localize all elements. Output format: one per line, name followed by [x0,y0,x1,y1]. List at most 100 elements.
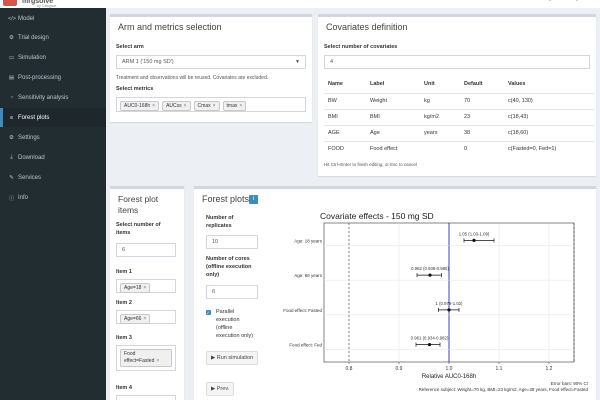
table-cell[interactable]: 0 [464,146,467,152]
sidebar-item-trial-design[interactable]: ⚙ Trial design [0,28,106,47]
column-header: Name [328,81,343,87]
table-row[interactable]: FOOD Food effect 0 c(Fasted=0, Fed=1) [324,141,594,157]
metric-tag-label: Cmax [197,103,211,109]
select-arm-label: Select arm [116,44,144,50]
cores-label-3: only) [206,272,220,278]
table-cell[interactable]: AGE [328,130,340,136]
item-multiselect[interactable]: Age=66 × [116,310,176,324]
parallel-label: Parallel execution (offline execution on… [216,309,253,339]
data-point [472,238,476,242]
sidebar-item-simulation[interactable]: ▭ Simulation [0,48,106,67]
item-tag[interactable]: Age=66 × [120,314,151,324]
arm-panel-title: Arm and metrics selection [118,22,222,32]
table-cell[interactable]: Age [370,130,380,136]
remove-tag-icon[interactable]: × [156,358,159,364]
metric-tag[interactable]: Cmax × [193,101,220,111]
table-row[interactable]: BW Weight kg 70 c(40, 130) [324,93,594,109]
table-cell[interactable]: kg/m2 [424,114,439,120]
sidebar-item-label: Info [18,194,29,201]
sidebar-item-model[interactable]: </> Model [0,9,106,28]
sidebar-item-services[interactable]: ✎ Services [0,168,106,187]
table-row[interactable]: AGE Age years 38 c(18,60) [324,125,594,141]
sidebar-item-sensitivity-analysis[interactable]: ◔ Sensitivity analysis [0,88,106,107]
arm-help-text: Treatment and observations will be reuse… [116,75,269,81]
column-header: Values [508,81,526,87]
table-cell[interactable]: c(40, 130) [508,98,533,104]
data-label: 1 (0.979-1.02) [436,301,464,306]
arm-select[interactable]: ARM 1 ('150 mg SD') ▼ [116,55,306,69]
metric-tag[interactable]: tmax × [222,101,247,111]
num-items-label-1: Select number of [116,222,161,228]
prev-button[interactable]: ▶ Prev. [206,382,235,396]
data-label: 0.961 (0.934-0.982) [411,336,449,341]
metric-tag[interactable]: AUCss × [162,101,191,111]
table-cell[interactable]: 70 [464,98,470,104]
remove-tag-icon[interactable]: × [213,103,216,109]
chart-title: Covariate effects - 150 mg SD [320,211,434,221]
forest-plot-chart: Covariate effects - 150 mg SD 0.8 0.9 1.0 1.… [283,211,588,392]
sidebar-item-label: Post-processing [18,74,62,81]
sidebar-item-forest-plots[interactable]: ≡ Forest plots [0,108,106,127]
covariate-count-input[interactable]: 4 [324,55,590,69]
cores-input[interactable]: 6 [206,285,258,299]
cores-value: 6 [212,289,216,295]
item-multiselect[interactable] [116,395,176,400]
remove-tag-icon[interactable]: × [143,285,146,291]
metric-tag[interactable]: AUC0-168h × [120,101,160,111]
x-tick-label: 0.9 [396,366,403,372]
table-cell[interactable]: BMI [328,114,338,120]
remove-tag-icon[interactable]: × [184,103,187,109]
item-tag[interactable]: Food effect=Fasted × [120,349,172,367]
table-cell[interactable]: FOOD [328,146,344,152]
parallel-checkbox[interactable]: ✓ [206,310,211,315]
logo-subtitle: by Calogave [37,4,57,8]
num-items-input[interactable]: 6 [116,243,176,257]
table-cell[interactable]: years [424,130,437,136]
x-tick-label: 1.1 [496,366,503,372]
item-multiselect[interactable]: Food effect=Fasted × [116,345,176,371]
table-cell[interactable]: 23 [464,114,470,120]
sidebar-item-info[interactable]: ⓘ Info [0,188,106,207]
forest-plots-panel: Forest plots i Number of replicates 10 N… [194,186,596,400]
table-cell[interactable]: BMI [370,114,380,120]
cores-label-1: Number of cores [206,256,250,262]
info-icon[interactable]: i [249,195,258,204]
table-cell[interactable]: BW [328,98,337,104]
table-cell[interactable]: c(Fasted=0, Fed=1) [508,146,556,152]
remove-tag-icon[interactable]: × [152,103,155,109]
table-cell[interactable]: c(18,60) [508,130,528,136]
covariate-count-label: Select number of covariates [324,44,398,50]
top-window-icon[interactable]: ▫ [576,0,578,4]
item-tag[interactable]: Age=18 × [120,283,151,293]
arm-metrics-panel: Arm and metrics selection Select arm ARM… [110,14,312,122]
sidebar-item-icon: ◔ [9,94,14,101]
table-cell[interactable]: c(18,43) [508,114,528,120]
replicates-input[interactable]: 10 [206,235,258,249]
table-cell[interactable]: 38 [464,130,470,136]
table-cell[interactable]: kg [424,98,430,104]
sidebar-item-label: Forest plots [18,114,50,121]
sidebar-item-download[interactable]: ⤓ Download [0,148,106,167]
replicates-value: 10 [212,239,219,245]
item-tag-label: Age=66 [124,316,142,322]
covariates-table: Name Label Unit Default Values BW Weight kg 70 c(… [324,77,594,157]
remove-tag-icon[interactable]: × [239,103,242,109]
sidebar: mrgsolve by Calogave </> Model ⚙ Trial desi… [0,0,106,400]
forest-items-panel: Forest plot items Select number of items… [110,186,184,400]
table-row[interactable]: BMI BMI kg/m2 23 c(18,43) [324,109,594,125]
sidebar-item-settings[interactable]: ⚙ Settings [0,128,106,147]
table-cell[interactable]: Food effect [370,146,397,152]
data-point [427,343,432,347]
table-cell[interactable]: Weight [370,98,387,104]
top-menu-icon[interactable]: ▫ [549,0,551,4]
table-edit-hint: Hit Ctrl+Enter to finish editing, or Esc… [324,162,417,167]
sidebar-item-label: Simulation [18,54,47,61]
run-simulation-button[interactable]: ▶ Run simulation [206,351,259,365]
metrics-multiselect[interactable]: AUC0-168h × AUCss × Cmax × tmax × [116,97,306,112]
covariates-panel: Covariates definition Select number of c… [318,14,596,176]
sidebar-item-post-processing[interactable]: ▤ Post-processing [0,68,106,87]
remove-tag-icon[interactable]: × [143,316,146,322]
x-tick-label: 1.2 [546,366,553,372]
item-multiselect[interactable]: Age=18 × [116,279,176,293]
covariate-count-value: 4 [330,59,334,65]
